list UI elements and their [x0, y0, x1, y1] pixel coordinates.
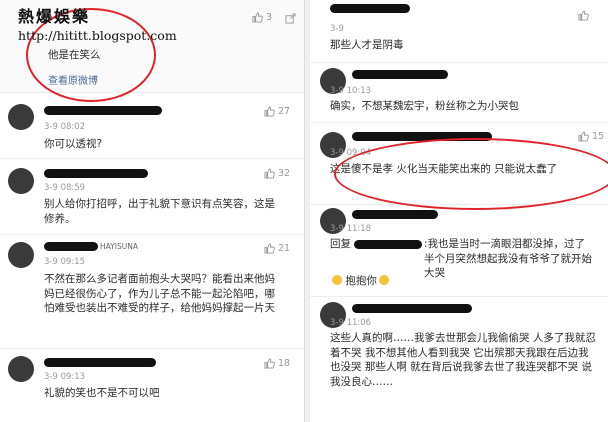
- redacted-username: [44, 242, 98, 251]
- like-button[interactable]: 15: [578, 131, 604, 142]
- like-button[interactable]: 32: [264, 168, 290, 179]
- redacted-username: [352, 304, 472, 313]
- username-fragment: HAYISUNA: [100, 242, 138, 251]
- comment-text: 这些人真的啊……我爹去世那会儿我偷偷哭 人多了我就忍着不哭 我不想其他人看到我哭…: [330, 332, 596, 388]
- comment-item: HAYISUNA 3-9 09:15 不然在那么多记者面前抱头大哭吗？能看出来他…: [0, 234, 304, 349]
- like-count: 32: [278, 168, 291, 179]
- redacted-username: [44, 106, 162, 115]
- comment-time: 3-9 08:02: [44, 122, 86, 132]
- like-button[interactable]: 27: [264, 106, 290, 117]
- like-count: 15: [592, 131, 605, 142]
- smile-emoji-icon: [332, 275, 342, 285]
- watermark-title: 熱爆娛樂: [18, 7, 91, 26]
- avatar: [8, 242, 34, 268]
- comment-item: 3-9 11:06 这些人真的啊……我爹去世那会儿我偷偷哭 人多了我就忍着不哭 …: [310, 296, 608, 422]
- redacted-username: [354, 240, 422, 249]
- like-button[interactable]: 21: [264, 243, 290, 254]
- avatar: [8, 356, 34, 382]
- comment-item: 3-9 10:13 确实，不想某魏宏宇，粉丝称之为小哭包: [310, 62, 608, 123]
- thumbs-up-icon: [578, 131, 589, 142]
- comment-time: 3-9: [330, 24, 344, 34]
- comment-text: 那些人才是阴毒: [330, 39, 404, 51]
- comment-text: 你可以透视?: [44, 138, 103, 150]
- comment-item: 3-9 08:02 你可以透视? 27: [0, 94, 304, 159]
- comment-text: :我也是当时一滴眼泪都没掉，过了半个月突然想起我没有爷爷了就开始大哭: [424, 238, 592, 279]
- like-count: 3: [266, 12, 273, 23]
- avatar: [8, 104, 34, 130]
- redacted-username: [352, 210, 438, 219]
- redacted-username: [352, 70, 448, 79]
- like-count: 21: [278, 243, 291, 254]
- comment-text: 确实，不想某魏宏宇，粉丝称之为小哭包: [330, 100, 519, 112]
- thumbs-up-icon: [264, 358, 275, 369]
- right-screenshot-panel: 3-9 那些人才是阴毒 3-9 10:13 确实，不想某魏宏宇，粉丝称之为小哭包…: [310, 0, 608, 422]
- avatar: [8, 168, 34, 194]
- comment-time: 3-9 08:59: [44, 183, 86, 193]
- emoji-icon: [378, 275, 389, 285]
- comment-time: 3-9 11:18: [330, 224, 372, 234]
- comment-time: 3-9 10:13: [330, 86, 372, 96]
- highlight-circle: [334, 138, 608, 210]
- thumbs-up-icon: [264, 243, 275, 254]
- comment-time: 3-9 11:06: [330, 318, 372, 328]
- share-icon[interactable]: [285, 13, 296, 24]
- thumbs-up-icon: [264, 106, 275, 117]
- like-count: 27: [278, 106, 291, 117]
- watermark-url: http://hititt.blogspot.com: [18, 28, 177, 43]
- comment-text: 不然在那么多记者面前抱头大哭吗？能看出来他妈妈已经很伤心了，作为儿子总不能一起沦…: [44, 273, 275, 314]
- thumbs-up-icon[interactable]: [578, 10, 589, 21]
- reply-prefix: 回复: [330, 238, 351, 250]
- thumbs-up-icon: [252, 12, 263, 23]
- comment-item: 3-9 08:59 别人给你打招呼，出于礼貌下意识有点笑容，这是修养。 32: [0, 158, 304, 235]
- redacted-username: [44, 169, 148, 178]
- comment-text: 别人给你打招呼，出于礼貌下意识有点笑容，这是修养。: [44, 198, 275, 225]
- like-button[interactable]: 3: [252, 12, 272, 23]
- thumbs-up-icon: [264, 168, 275, 179]
- comment-item: 3-9 09:13 礼貌的笑也不是不可以吧 18: [0, 348, 304, 422]
- comment-text-2: 抱抱你: [330, 274, 389, 289]
- redacted-username: [330, 4, 410, 13]
- like-button[interactable]: 18: [264, 358, 290, 369]
- comment-time: 3-9 09:15: [44, 257, 86, 267]
- comment-item: 3-9 11:18 回复 :我也是当时一滴眼泪都没掉，过了半个月突然想起我没有爷…: [310, 204, 608, 297]
- redacted-username: [44, 358, 156, 367]
- left-screenshot-panel: 他是在笑么 查看原微博 3 3-9 08:02 你可以透视? 27 3-9 08…: [0, 0, 305, 422]
- like-count: 18: [278, 358, 291, 369]
- comment-text: 礼貌的笑也不是不可以吧: [44, 387, 160, 399]
- comment-time: 3-9 09:13: [44, 372, 86, 382]
- comment-item: 3-9 那些人才是阴毒: [310, 0, 608, 63]
